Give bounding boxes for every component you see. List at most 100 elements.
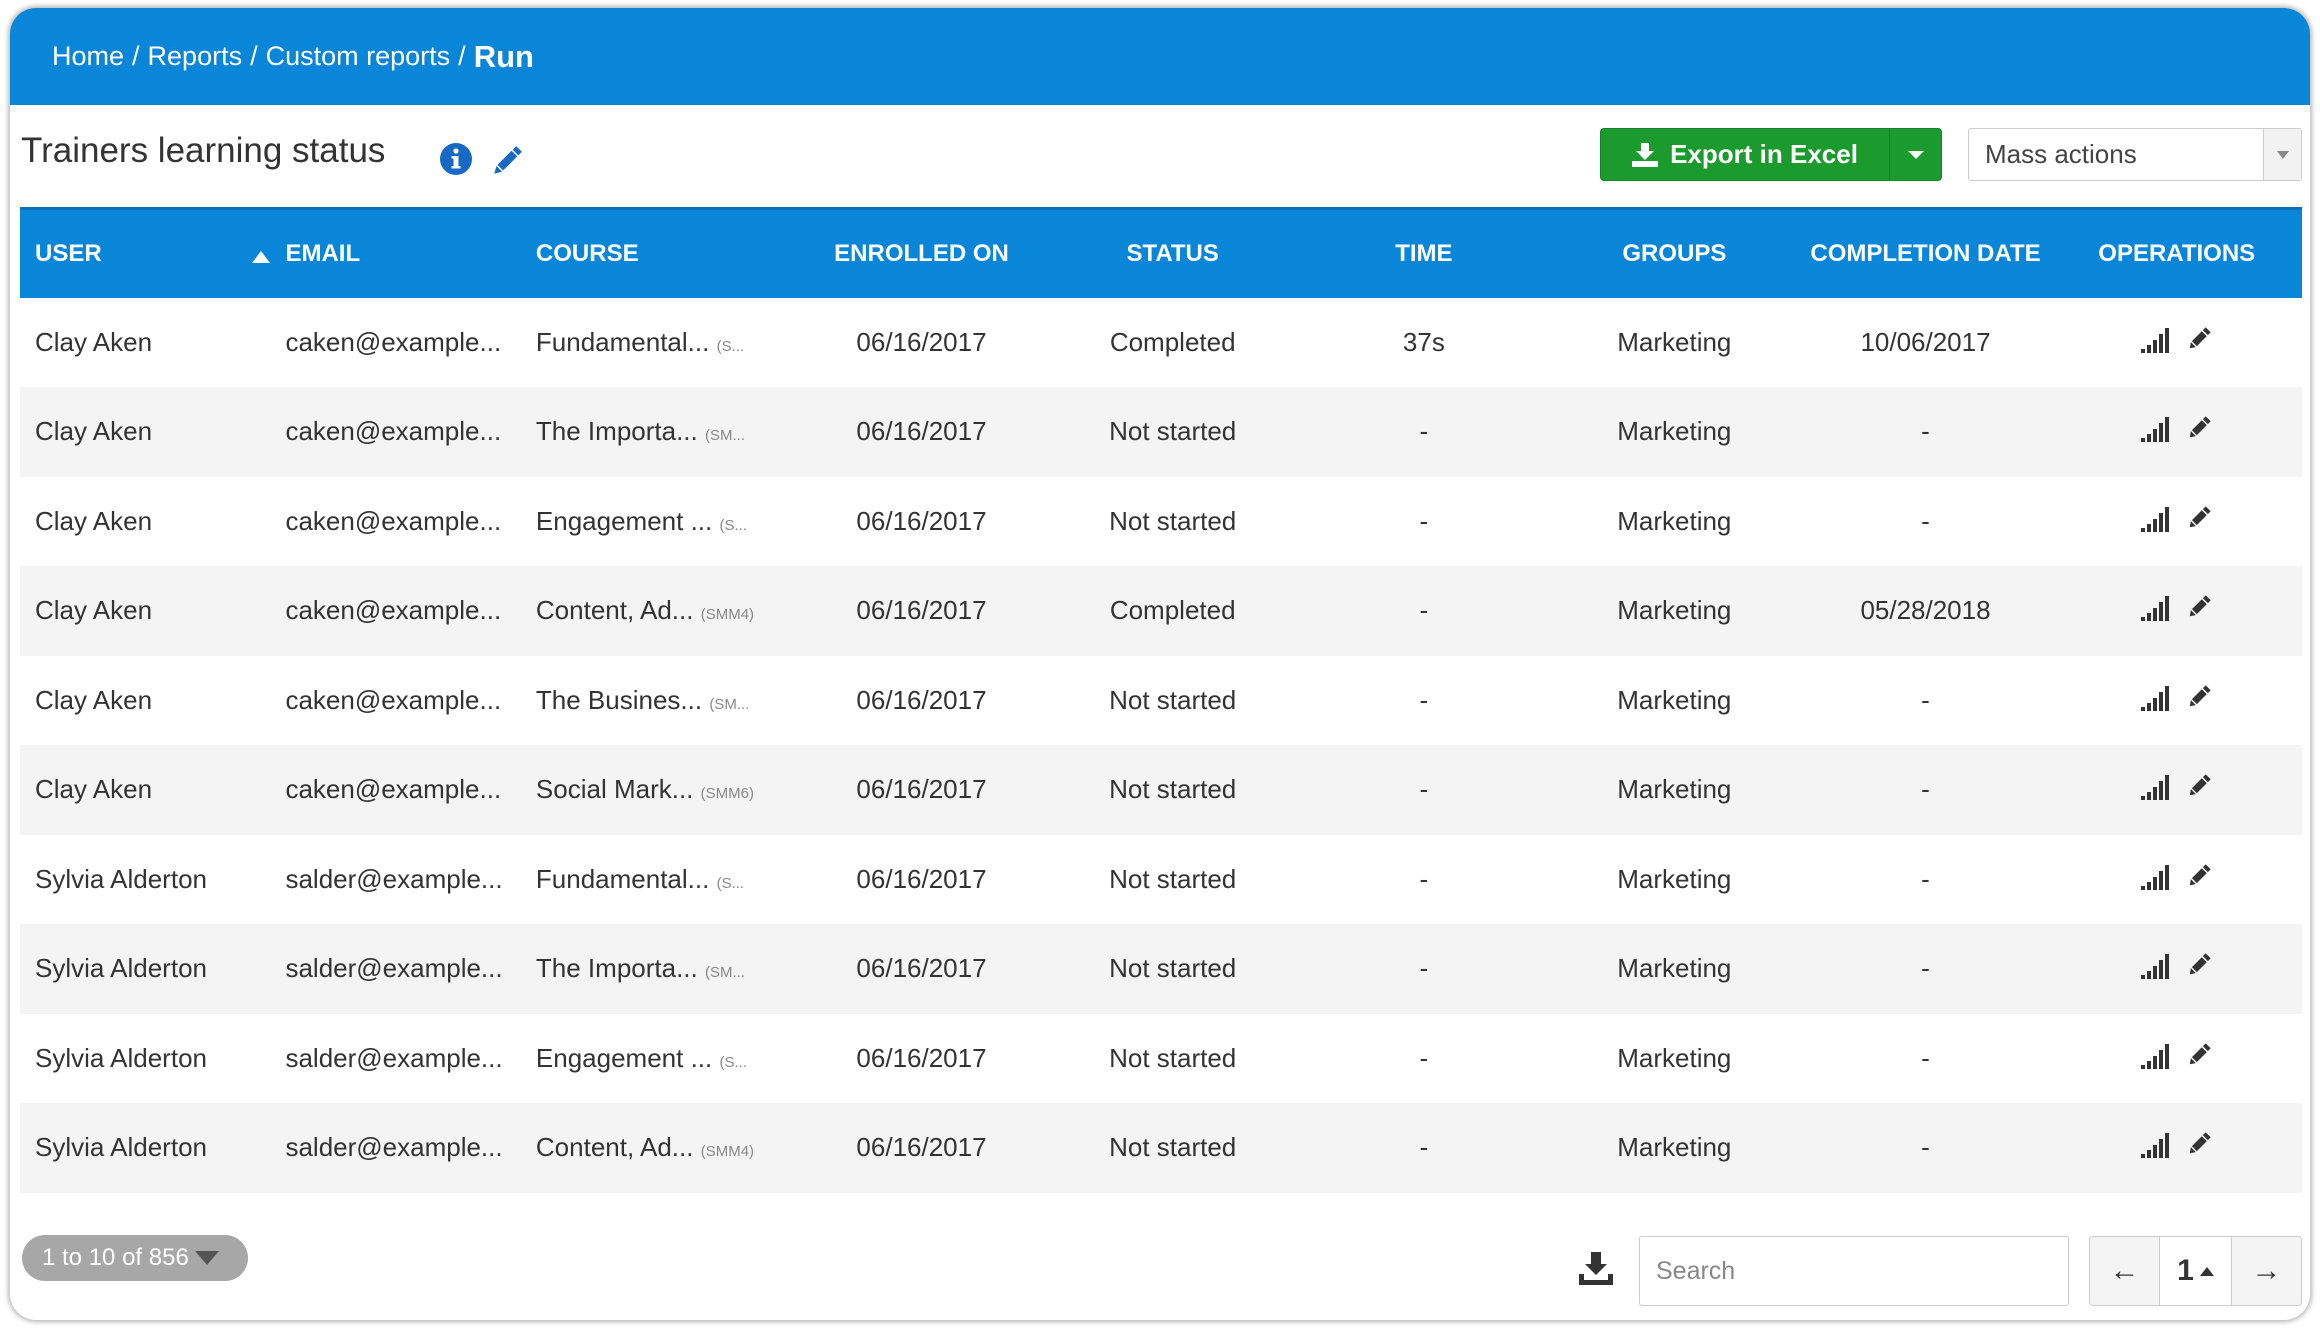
view-stats-button[interactable] [2140,772,2175,807]
edit-enrollment-button[interactable] [2185,862,2213,897]
next-page-button[interactable]: → [2231,1237,2301,1305]
edit-enrollment-button[interactable] [2185,414,2213,449]
current-page-dropdown[interactable]: 1 [2160,1237,2231,1305]
view-stats-button[interactable] [2140,862,2175,897]
cell-enrolled-on: 06/16/2017 [856,684,987,715]
cell-groups: Marketing [1549,387,1800,477]
cell-status: Not started [1109,1042,1237,1073]
edit-enrollment-button[interactable] [2185,683,2213,718]
cell-operations [2051,924,2302,1014]
breadcrumb-home[interactable]: Home [52,41,124,72]
search-input[interactable] [1639,1236,2069,1306]
download-icon [1632,142,1659,167]
sort-ascending-icon [252,251,271,263]
cell-time: - [1298,566,1550,656]
course-name: Engagement ... [535,505,713,536]
edit-enrollment-button[interactable] [2185,325,2213,360]
column-header-time[interactable]: TIME [1298,207,1550,298]
course-code: (SM... [709,695,750,713]
cell-email: caken@example... [270,387,521,477]
prev-page-button[interactable]: ← [2090,1237,2160,1305]
edit-enrollment-button[interactable] [2185,1041,2213,1076]
view-stats-button[interactable] [2140,414,2175,449]
column-header-user[interactable]: USER [20,207,271,298]
table-row[interactable]: Sylvia Alderton salder@example... Content,… [20,1103,2302,1193]
breadcrumb-reports[interactable]: Reports [148,41,243,72]
table-row[interactable]: Sylvia Alderton salder@example... Engageme… [20,1014,2302,1104]
table-row[interactable]: Clay Aken caken@example... Social Mark... … [20,745,2302,835]
cell-course: Engagement ... (S... [521,1014,796,1104]
course-name: Fundamental... [535,326,710,357]
view-stats-button[interactable] [2140,593,2175,628]
edit-enrollment-button[interactable] [2185,1130,2213,1165]
current-page-number: 1 [2177,1254,2194,1287]
cell-time: 37s [1402,326,1445,357]
view-stats-button[interactable] [2140,1130,2175,1165]
cell-status: Not started [1046,924,1299,1014]
bar-chart-icon [2140,327,2169,353]
pencil-icon [2189,953,2211,975]
column-header-email[interactable]: EMAIL [270,207,521,298]
cell-email: caken@example... [285,326,502,357]
table-row[interactable]: Clay Aken caken@example... The Importa... … [20,387,2302,477]
edit-enrollment-button[interactable] [2185,504,2213,539]
cell-enrolled-on: 06/16/2017 [856,1042,987,1073]
column-header-enrolled-on[interactable]: ENROLLED ON [796,207,1047,298]
cell-enrolled-on: 06/16/2017 [856,326,987,357]
cell-completion-date: - [1921,684,1930,715]
course-name: The Importa... [535,953,698,984]
cell-email: caken@example... [270,566,521,656]
cell-user: Clay Aken [35,505,153,536]
bar-chart-icon [2140,775,2169,801]
edit-enrollment-button[interactable] [2185,772,2213,807]
view-stats-button[interactable] [2140,683,2175,718]
cell-operations [2051,298,2302,388]
cell-enrolled-on: 06/16/2017 [856,863,987,894]
view-stats-button[interactable] [2140,1041,2175,1076]
edit-enrollment-button[interactable] [2185,951,2213,986]
cell-course: Fundamental... (S... [521,298,796,388]
cell-groups: Marketing [1549,1103,1800,1193]
column-header-course[interactable]: COURSE [520,207,797,298]
table-row[interactable]: Sylvia Alderton salder@example... The Impo… [20,924,2302,1014]
export-excel-button-group: Export in Excel [1600,128,1942,181]
view-stats-button[interactable] [2140,504,2175,539]
cell-groups: Marketing [1549,924,1800,1014]
column-header-status[interactable]: STATUS [1046,207,1299,298]
table-footer: 1 to 10 of 856 ← 1 → [10,1228,2310,1320]
table-header-row: USER EMAIL COURSE ENROLLED ON STATUS TIM… [20,207,2302,298]
export-excel-button[interactable]: Export in Excel [1601,129,1889,180]
cell-operations [2051,1014,2302,1104]
cell-user: Clay Aken [20,566,271,656]
cell-user: Clay Aken [20,387,271,477]
info-circle-icon[interactable] [439,142,473,176]
cell-time: - [1419,863,1429,894]
cell-groups: Marketing [1549,566,1800,656]
bar-chart-icon [2140,417,2169,443]
column-header-groups[interactable]: GROUPS [1549,207,1800,298]
table-row[interactable]: Clay Aken caken@example... The Busines... … [20,656,2302,746]
cell-operations [2051,387,2302,477]
mass-actions-select[interactable]: Mass actions [1968,128,2302,181]
download-icon[interactable] [1576,1248,1616,1288]
course-code: (SMM4) [700,606,755,624]
edit-enrollment-button[interactable] [2185,593,2213,628]
chevron-down-icon [2263,129,2301,180]
table-row[interactable]: Clay Aken caken@example... Content, Ad... … [20,566,2302,656]
cell-groups: Marketing [1617,684,1732,715]
export-excel-label: Export in Excel [1670,139,1858,169]
view-stats-button[interactable] [2140,325,2175,360]
table-row[interactable]: Clay Aken caken@example... Fundamental... … [20,298,2302,388]
table-row[interactable]: Sylvia Alderton salder@example... Fundamen… [20,835,2302,925]
view-stats-button[interactable] [2140,951,2175,986]
cell-enrolled-on: 06/16/2017 [796,1103,1047,1193]
course-name: Content, Ad... [535,595,694,626]
cell-groups: Marketing [1617,863,1732,894]
pencil-icon[interactable] [487,141,527,181]
column-header-completion-date[interactable]: COMPLETION DATE [1799,207,2052,298]
table-row[interactable]: Clay Aken caken@example... Engagement ... … [20,477,2302,567]
export-options-toggle[interactable] [1889,129,1941,180]
cell-groups: Marketing [1617,505,1732,536]
breadcrumb-custom-reports[interactable]: Custom reports [266,41,451,72]
page-size-dropdown[interactable]: 1 to 10 of 856 [22,1235,248,1281]
